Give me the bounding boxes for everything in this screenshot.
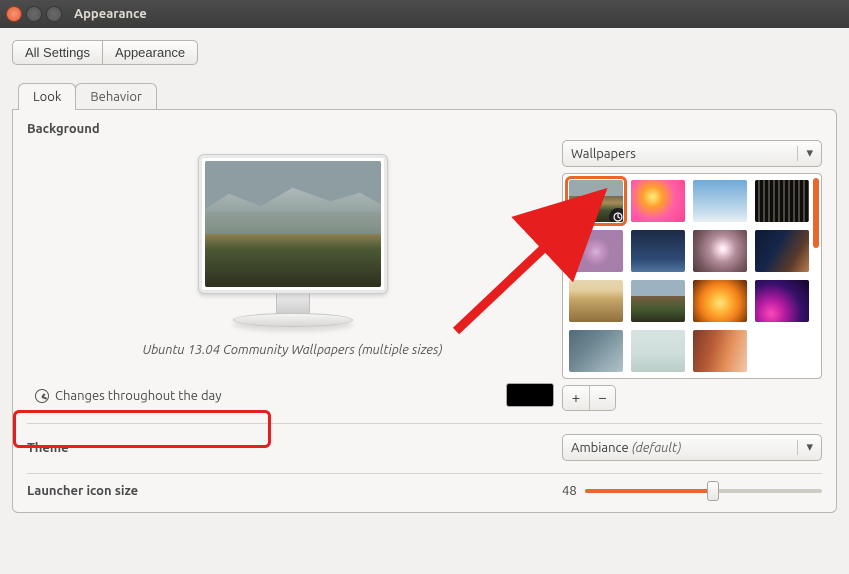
annotation-highlight <box>13 410 271 448</box>
changes-throughout-day: Changes throughout the day <box>27 383 558 409</box>
remove-wallpaper-button[interactable]: − <box>589 386 615 410</box>
window-minimize-button[interactable] <box>26 6 42 22</box>
wallpaper-thumb[interactable] <box>693 330 747 372</box>
window-maximize-button[interactable] <box>46 6 62 22</box>
theme-value: Ambiance <box>571 441 629 455</box>
breadcrumb: All Settings Appearance <box>12 40 198 65</box>
monitor-preview <box>198 154 388 294</box>
chevron-down-icon: ▾ <box>797 440 813 455</box>
slider-thumb[interactable] <box>707 481 719 501</box>
chevron-down-icon: ▾ <box>797 146 813 161</box>
breadcrumb-appearance[interactable]: Appearance <box>102 41 197 64</box>
tab-look[interactable]: Look <box>18 83 76 110</box>
wallpaper-thumb[interactable] <box>693 230 747 272</box>
tab-behavior[interactable]: Behavior <box>75 83 157 110</box>
wallpaper-thumb[interactable] <box>693 180 747 222</box>
launcher-size-label: Launcher icon size <box>27 484 138 498</box>
theme-default: (default) <box>629 441 682 455</box>
titlebar: Appearance <box>0 0 849 28</box>
wallpaper-thumb[interactable] <box>631 180 685 222</box>
wallpaper-thumb[interactable] <box>755 280 809 322</box>
wallpaper-thumb[interactable] <box>755 180 809 222</box>
breadcrumb-all-settings[interactable]: All Settings <box>13 41 102 64</box>
dropdown-value: Wallpapers <box>571 147 636 161</box>
background-label: Background <box>27 122 822 136</box>
window-title: Appearance <box>74 7 147 21</box>
wallpaper-thumb[interactable] <box>569 330 623 372</box>
wallpaper-add-remove: + − <box>562 385 616 411</box>
launcher-size-slider[interactable] <box>585 489 822 493</box>
wallpaper-thumb[interactable] <box>631 230 685 272</box>
background-preview-area: Ubuntu 13.04 Community Wallpapers (multi… <box>27 140 558 409</box>
add-wallpaper-button[interactable]: + <box>563 386 589 410</box>
wallpaper-thumb[interactable] <box>569 280 623 322</box>
wallpaper-name: Ubuntu 13.04 Community Wallpapers (multi… <box>142 343 442 357</box>
tab-bar: Look Behavior <box>12 83 837 110</box>
launcher-size-row: Launcher icon size 48 <box>27 484 822 498</box>
changes-label: Changes throughout the day <box>55 389 221 403</box>
wallpaper-thumb[interactable] <box>693 280 747 322</box>
window-close-button[interactable] <box>6 6 22 22</box>
wallpaper-thumb[interactable] <box>569 230 623 272</box>
look-panel: Background Ubuntu 13.04 Community Wallpa… <box>12 109 837 513</box>
launcher-size-value: 48 <box>562 484 577 498</box>
slideshow-badge-icon <box>609 208 623 222</box>
wallpaper-grid <box>562 173 822 379</box>
wallpaper-thumb[interactable] <box>755 230 809 272</box>
wallpaper-thumb[interactable] <box>569 180 623 222</box>
wallpaper-thumb[interactable] <box>631 280 685 322</box>
wallpaper-source-dropdown[interactable]: Wallpapers ▾ <box>562 140 822 167</box>
theme-dropdown[interactable]: Ambiance (default) ▾ <box>562 434 822 461</box>
background-color-swatch[interactable] <box>506 383 554 407</box>
clock-icon <box>35 389 49 403</box>
wallpaper-scrollbar[interactable] <box>813 178 819 248</box>
wallpaper-thumb[interactable] <box>631 330 685 372</box>
